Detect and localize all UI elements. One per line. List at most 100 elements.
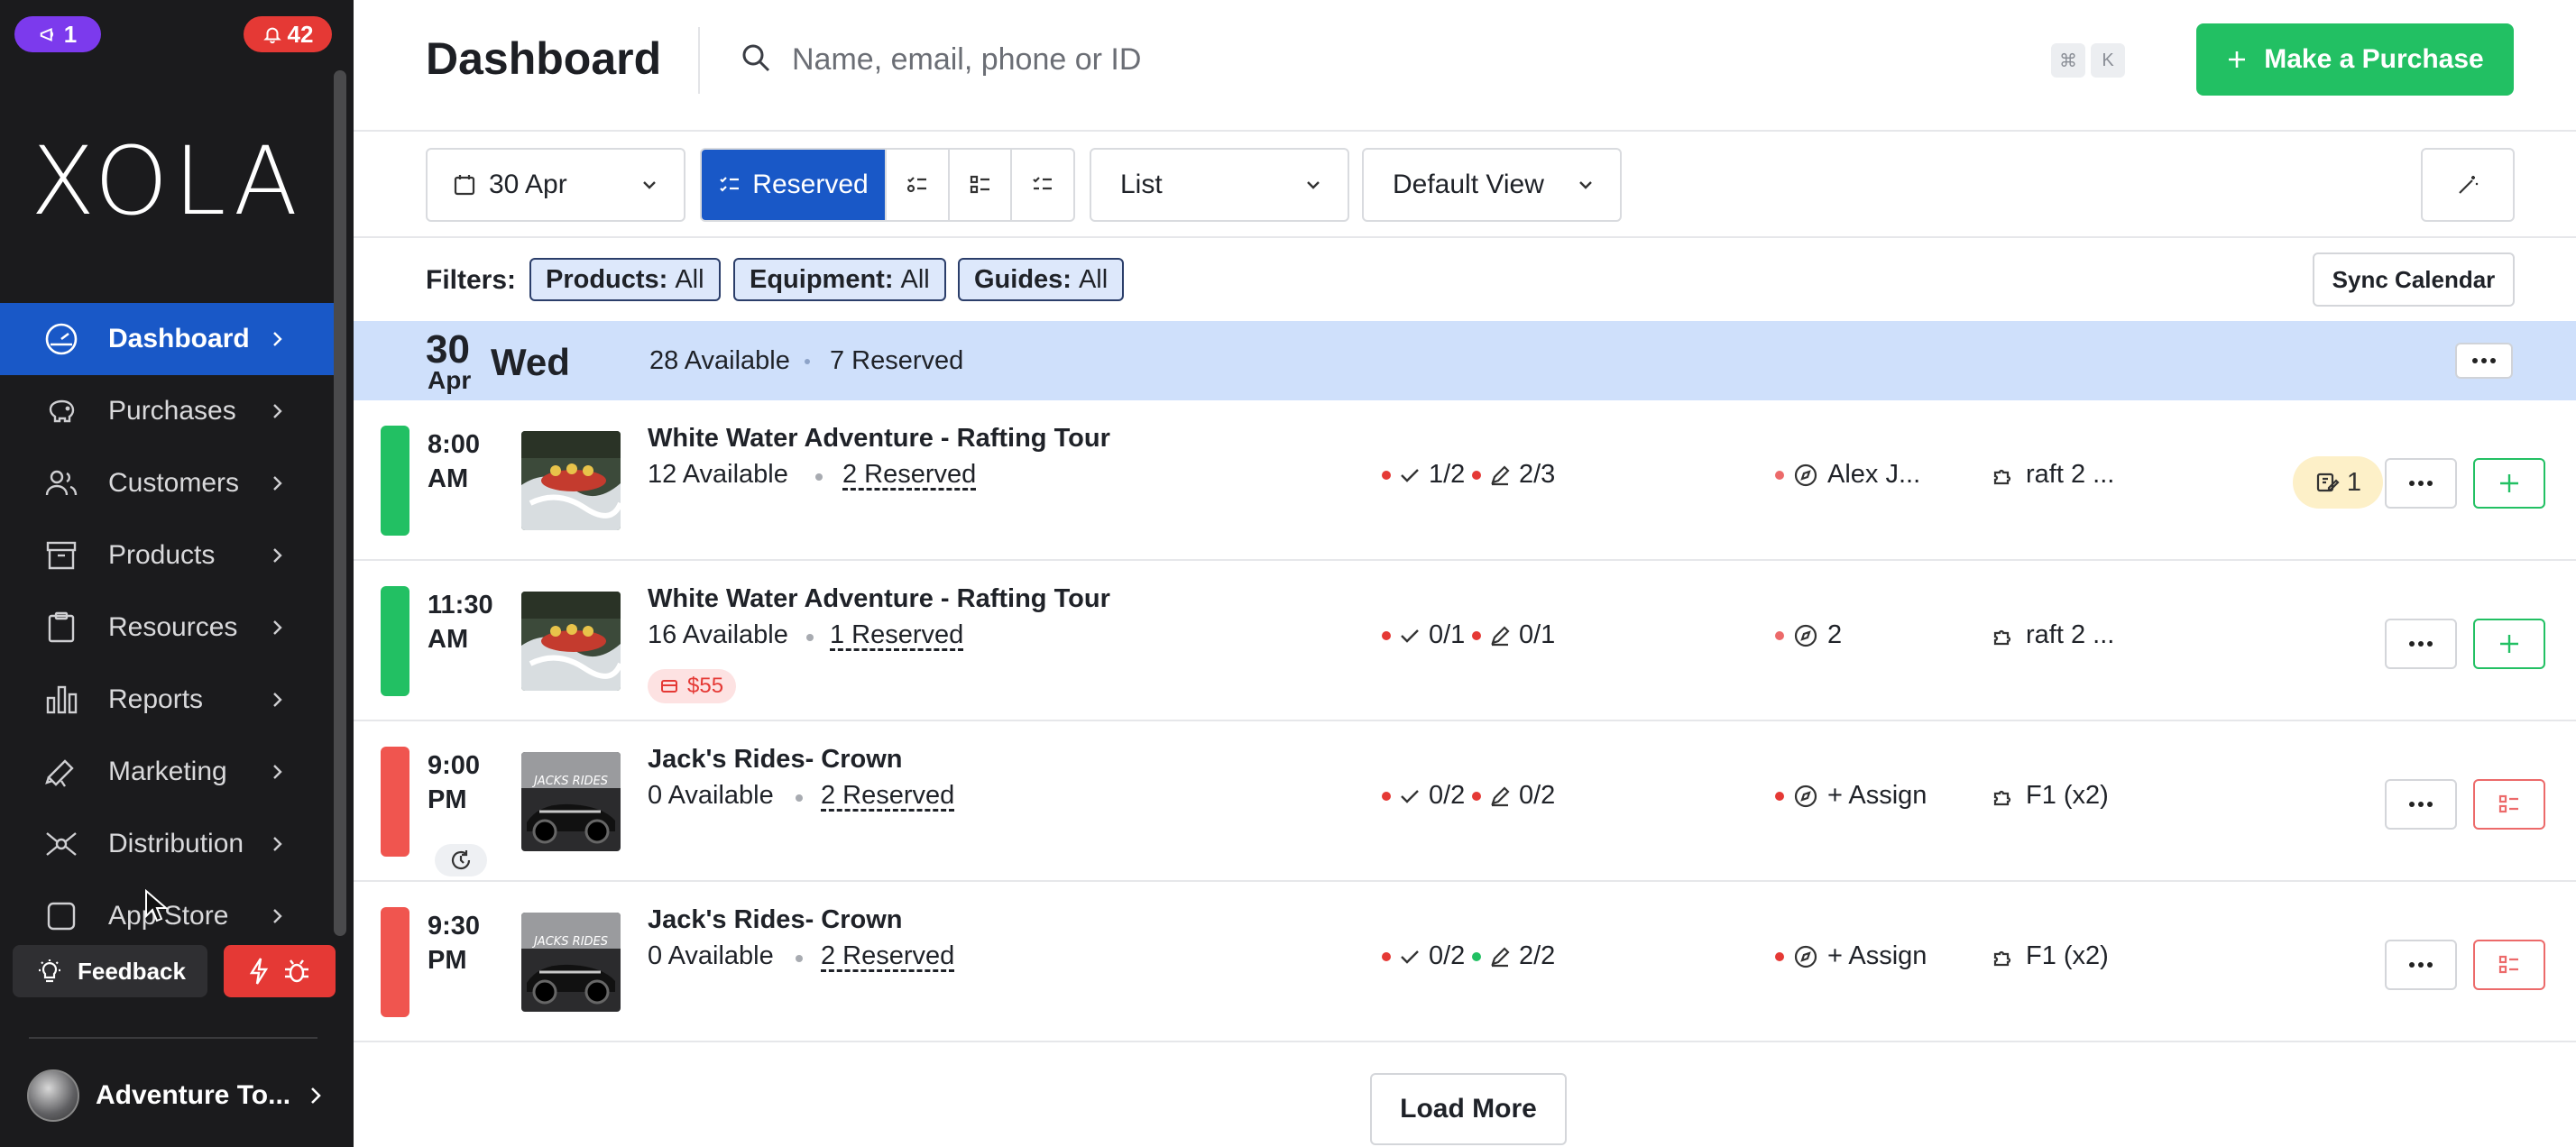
table-row[interactable]: 11:30 AM White Water Adventure - Rafting … <box>354 561 2576 721</box>
users-icon <box>45 470 78 496</box>
report-bug-button[interactable] <box>224 945 336 997</box>
products-filter-chip[interactable]: Products: All <box>529 258 721 301</box>
chip-name: Guides: <box>974 264 1072 294</box>
more-horizontal-icon <box>2409 802 2433 807</box>
add-booking-button[interactable] <box>2473 619 2545 669</box>
sidebar-item-reports[interactable]: Reports <box>0 664 334 736</box>
account-switcher[interactable]: Adventure To... <box>27 1069 325 1122</box>
add-booking-button[interactable] <box>2473 458 2545 509</box>
product-title[interactable]: Jack's Rides- Crown <box>648 745 903 775</box>
notes-count: 1 <box>2346 467 2362 497</box>
equipment-assignment[interactable]: raft 2 ... <box>1992 620 2114 650</box>
pending-list-filter-button[interactable] <box>1010 150 1073 220</box>
checkin-status[interactable]: 0/1 <box>1382 620 1465 650</box>
reserved-count-link[interactable]: 2 Reserved <box>821 941 954 971</box>
table-row[interactable]: 8:00 AM White Water Adventure - Rafting T… <box>354 400 2576 561</box>
view-select[interactable]: Default View <box>1362 148 1622 222</box>
reserved-count-link[interactable]: 1 Reserved <box>830 620 963 650</box>
equipment-assignment[interactable]: raft 2 ... <box>1992 460 2114 490</box>
load-more-button[interactable]: Load More <box>1370 1073 1567 1145</box>
waiver-status[interactable]: 2/2 <box>1472 941 1555 971</box>
checkin-count: 0/1 <box>1429 620 1466 649</box>
sidebar-item-products[interactable]: Products <box>0 519 334 592</box>
reserved-count-link[interactable]: 2 Reserved <box>821 781 954 811</box>
list-unchecked-icon <box>970 175 989 194</box>
sidebar-item-label: Distribution <box>108 829 244 858</box>
mouse-cursor-icon <box>145 889 168 922</box>
waiver-status[interactable]: 0/1 <box>1472 620 1555 650</box>
equipment-assignment[interactable]: F1 (x2) <box>1992 941 2109 971</box>
sidebar-item-purchases[interactable]: Purchases <box>0 375 334 447</box>
separator-dot <box>796 794 803 802</box>
checkin-status[interactable]: 1/2 <box>1382 460 1465 490</box>
recurring-schedule-badge[interactable] <box>435 844 487 876</box>
list-checked-icon <box>906 177 926 193</box>
notifications-badge[interactable]: 42 <box>244 16 332 52</box>
equipment-assignment[interactable]: F1 (x2) <box>1992 781 2109 811</box>
distribution-network-icon <box>46 832 77 856</box>
price-tag[interactable]: $55 <box>648 669 737 703</box>
waitlist-button[interactable] <box>2473 940 2545 990</box>
pencil-icon <box>1491 464 1510 485</box>
row-more-button[interactable] <box>2385 458 2457 509</box>
checkin-status[interactable]: 0/2 <box>1382 781 1465 811</box>
clipboard-icon <box>48 611 75 643</box>
sidebar-item-label: Dashboard <box>108 324 250 353</box>
row-more-button[interactable] <box>2385 619 2457 669</box>
more-horizontal-icon <box>2409 481 2433 486</box>
equipment-filter-chip[interactable]: Equipment: All <box>733 258 946 301</box>
product-title[interactable]: White Water Adventure - Rafting Tour <box>648 584 1110 614</box>
time-ampm: PM <box>428 946 467 975</box>
notes-badge[interactable]: 1 <box>2293 456 2383 509</box>
waitlist-button[interactable] <box>2473 779 2545 830</box>
guide-name: Alex J... <box>1827 460 1921 489</box>
announcements-badge[interactable]: 1 <box>14 16 101 52</box>
availability-status-bar <box>381 586 409 696</box>
equipment-name: raft 2 ... <box>2026 620 2115 649</box>
unchecked-list-filter-button[interactable] <box>947 150 1011 220</box>
dashboard-toolbar: 30 Apr Reserved List Default View <box>354 132 2576 238</box>
assign-guide-link: + Assign <box>1827 781 1927 810</box>
guide-assignment[interactable]: + Assign <box>1775 781 1927 811</box>
calendar-icon <box>454 175 475 196</box>
row-more-button[interactable] <box>2385 940 2457 990</box>
sync-calendar-button[interactable]: Sync Calendar <box>2313 252 2515 307</box>
magic-wand-button[interactable] <box>2421 148 2515 222</box>
guide-assignment[interactable]: 2 <box>1775 620 1842 650</box>
layout-select-value: List <box>1120 170 1163 199</box>
table-row[interactable]: 9:00 PM JACKS RIDES Jack's Rides- Crown 0… <box>354 721 2576 882</box>
guide-name: 2 <box>1827 620 1843 649</box>
checkin-status[interactable]: 0/2 <box>1382 941 1465 971</box>
sidebar-scrollbar[interactable] <box>334 70 346 936</box>
svg-text:JACKS RIDES: JACKS RIDES <box>531 775 608 788</box>
guide-assignment[interactable]: Alex J... <box>1775 460 1920 490</box>
chevron-right-icon <box>273 909 282 923</box>
reserved-filter-button[interactable]: Reserved <box>702 150 885 220</box>
layout-select[interactable]: List <box>1090 148 1349 222</box>
sidebar-item-resources[interactable]: Resources <box>0 592 334 664</box>
feedback-button[interactable]: Feedback <box>13 945 207 997</box>
sidebar-item-dashboard[interactable]: Dashboard <box>0 303 334 375</box>
waiver-status[interactable]: 0/2 <box>1472 781 1555 811</box>
row-more-button[interactable] <box>2385 779 2457 830</box>
guides-filter-chip[interactable]: Guides: All <box>958 258 1125 301</box>
price-value: $55 <box>687 674 724 698</box>
waiver-status[interactable]: 2/3 <box>1472 460 1555 490</box>
product-title[interactable]: White Water Adventure - Rafting Tour <box>648 424 1110 454</box>
xola-logo[interactable]: XOLA <box>0 126 334 236</box>
chip-value: All <box>900 264 930 294</box>
date-picker[interactable]: 30 Apr <box>426 148 685 222</box>
partial-checklist-filter-button[interactable] <box>885 150 948 220</box>
sidebar-item-marketing[interactable]: Marketing <box>0 736 334 808</box>
search-input[interactable] <box>792 32 1874 87</box>
sidebar-item-distribution[interactable]: Distribution <box>0 808 334 880</box>
day-more-button[interactable] <box>2455 343 2513 379</box>
table-row[interactable]: 9:30 PM JACKS RIDES Jack's Rides- Crown 0… <box>354 882 2576 1042</box>
reserved-count-link[interactable]: 2 Reserved <box>842 460 976 490</box>
available-count: 0 Available <box>648 941 774 970</box>
availability-status-bar <box>381 747 409 857</box>
guide-assignment[interactable]: + Assign <box>1775 941 1927 971</box>
make-purchase-button[interactable]: Make a Purchase <box>2196 23 2514 96</box>
product-title[interactable]: Jack's Rides- Crown <box>648 905 903 935</box>
sidebar-item-customers[interactable]: Customers <box>0 447 334 519</box>
